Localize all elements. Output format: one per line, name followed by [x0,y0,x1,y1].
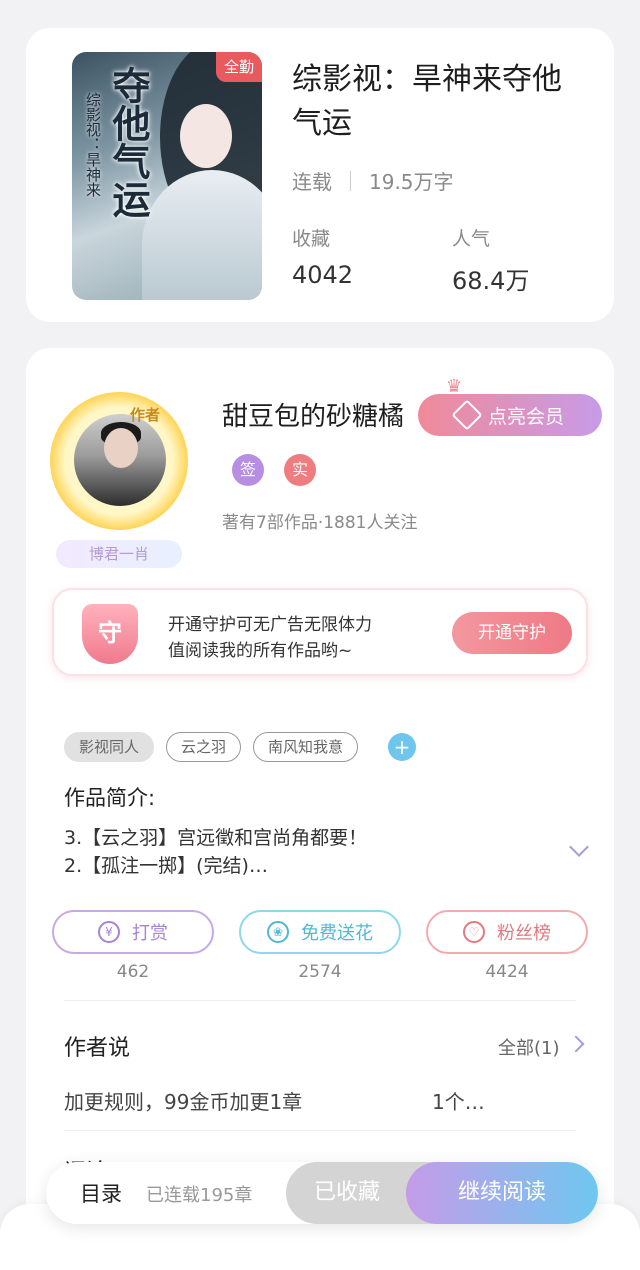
diamond-icon [451,399,483,431]
tip-count: 462 [116,962,150,982]
flower-label: 免费送花 [301,923,373,944]
vip-button-label: 点亮会员 [487,405,564,428]
tag-item[interactable]: 云之羽 [166,732,242,762]
tag-item[interactable]: 影视同人 [64,732,155,762]
fans-count: 4424 [485,962,529,982]
toc-button[interactable]: 目录 [80,1178,122,1208]
fans-label: 粉丝榜 [497,923,551,944]
bottom-action-bar: 目录 已连载195章 已收藏 继续阅读 [46,1162,598,1224]
author-stats: 著有7部作品·1881人关注 [222,513,418,533]
author-says-all-link[interactable]: 全部(1) [498,1034,560,1060]
chevron-right-icon[interactable] [567,1035,585,1053]
tip-button[interactable]: ¥ 打赏 [52,910,214,954]
popularity-label: 人气 [452,228,491,250]
author-card: 作者 博君一肖 甜豆包的砂糖橘 ♛ 点亮会员 签 实 著有7部作品·1881人关… [26,348,614,1270]
book-word-count: 19.5万字 [369,170,454,194]
meta-divider [350,170,351,191]
author-frame-tag: 作者 [130,406,161,424]
favorites-stat: 收藏 4042 [292,224,353,289]
cover-art-face [180,104,232,168]
intro-line: 3.【云之羽】宫远徵和宫尚角都要！ [64,827,368,849]
guard-text-line1: 开通守护可无广告无限体力 [168,615,372,635]
continue-reading-button[interactable]: 继续阅读 [406,1162,598,1224]
chapter-count[interactable]: 已连载195章 [146,1181,252,1207]
shield-icon: 守 [82,604,138,664]
book-info-card: 综影视：旱神来 夺他气运 全勤 综影视：旱神来夺他气运 连载 19.5万字 收藏… [26,28,614,322]
signed-author-badge: 签 [232,454,264,486]
divider [64,1130,576,1131]
add-tag-icon[interactable]: + [388,733,417,761]
avatar-photo [74,414,166,506]
favorites-value: 4042 [292,261,354,289]
open-guard-button[interactable]: 开通守护 [452,612,572,654]
intro-text[interactable]: 3.【云之羽】宫远徵和宫尚角都要！ 2.【孤注一掷】(完结)… [64,824,544,880]
avatar-head [104,428,138,468]
tip-label: 打赏 [132,923,168,944]
author-avatar[interactable]: 作者 [50,392,188,530]
cover-title-art: 夺他气运 [106,66,151,218]
author-says-text[interactable]: 加更规则，99金币加更1章 [64,1086,302,1115]
author-says-heading: 作者说 [64,1036,131,1061]
flower-icon: ❀ [267,921,289,943]
fan-group-plate: 博君一肖 [56,540,182,568]
tag-item[interactable]: 南风知我意 [253,732,359,762]
fans-ranking-button[interactable]: ♡ 粉丝榜 [426,910,588,954]
author-name[interactable]: 甜豆包的砂糖橘 [222,396,404,433]
book-status: 连载 [292,170,332,194]
intro-heading: 作品简介: [64,786,156,810]
popularity-value: 68.4万 [452,267,530,295]
book-tags: 影视同人 云之羽 南风知我意 + [64,732,417,762]
popularity-stat: 人气 68.4万 [452,224,529,296]
cover-art-robe [142,170,262,300]
divider [64,1000,576,1001]
yen-icon: ¥ [98,921,120,943]
expand-chevron-icon[interactable] [569,837,589,857]
activate-vip-button[interactable]: 点亮会员 [418,394,602,436]
favorites-label: 收藏 [292,228,331,250]
book-cover[interactable]: 综影视：旱神来 夺他气运 全勤 [72,52,262,300]
guard-banner[interactable]: 守 开通守护可无广告无限体力 值阅读我的所有作品哟~ 开通守护 [52,588,588,676]
intro-line: 2.【孤注一掷】(完结)… [64,855,268,877]
guard-text-line2: 值阅读我的所有作品哟~ [168,641,353,661]
book-meta: 连载 19.5万字 [292,166,454,195]
author-says-more: 1个… [432,1090,485,1114]
send-flower-button[interactable]: ❀ 免费送花 [239,910,401,954]
verified-author-badge: 实 [284,454,316,486]
full-attendance-badge: 全勤 [215,52,262,82]
flower-count: 2574 [298,962,342,982]
book-title: 综影视：旱神来夺他气运 [292,62,562,141]
user-icon: ♡ [463,921,485,943]
